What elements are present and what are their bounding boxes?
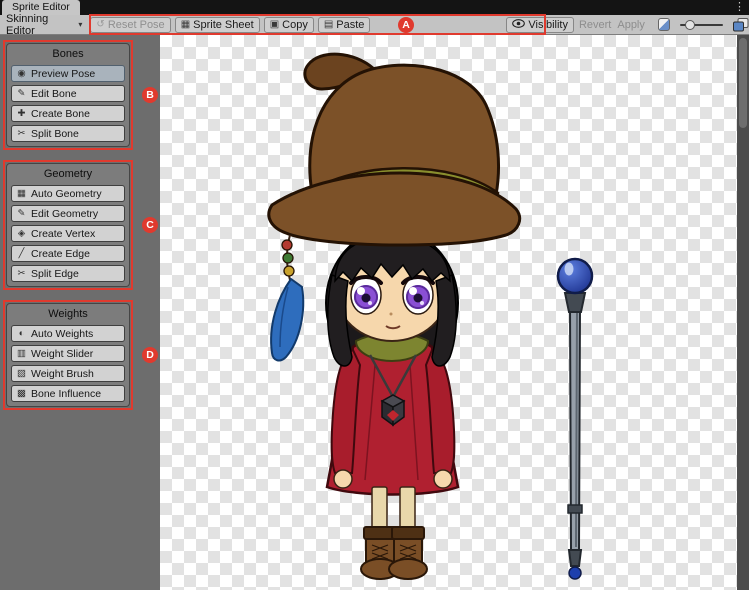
paste-button[interactable]: ▤ Paste [318,17,371,33]
create-bone-label: Create Bone [31,108,90,120]
copy-label: Copy [282,19,308,31]
split-bone-button[interactable]: ✂ Split Bone [11,125,125,142]
create-vertex-button[interactable]: ◈ Create Vertex [11,225,125,242]
staff-sprite[interactable] [558,259,592,579]
sprite-sheet-button[interactable]: ▦ Sprite Sheet [175,17,260,33]
edit-geometry-icon: ✎ [16,209,27,219]
split-edge-label: Split Edge [31,268,79,280]
copy-button[interactable]: ▣ Copy [264,17,314,33]
weight-slider-icon: ▥ [16,349,27,359]
window-title-bar: Sprite Editor ⋮ [0,0,749,15]
paste-icon: ▤ [324,20,333,30]
create-bone-button[interactable]: ✚ Create Bone [11,105,125,122]
scrollbar-thumb[interactable] [739,38,747,128]
skinning-editor-label: Skinning Editor [6,13,74,37]
character-sprite[interactable] [269,54,520,579]
auto-weights-icon: ◐ [16,329,27,339]
preview-pose-button[interactable]: ◉ Preview Pose [11,65,125,82]
edit-geometry-button[interactable]: ✎ Edit Geometry [11,205,125,222]
create-vertex-icon: ◈ [16,229,27,239]
auto-weights-button[interactable]: ◐ Auto Weights [11,325,125,342]
window-menu-icon[interactable]: ⋮ [734,0,745,15]
auto-weights-label: Auto Weights [31,328,93,340]
sprite-editor-window: Sprite Editor ⋮ Skinning Editor ▾ ↺ Rese… [0,0,749,590]
bones-panel-title: Bones [11,47,125,62]
bones-panel: Bones ◉ Preview Pose ✎ Edit Bone ✚ Creat… [6,43,130,147]
bone-influence-button[interactable]: ▩ Bone Influence [11,385,125,402]
geometry-panel-title: Geometry [11,167,125,182]
split-edge-icon: ✂ [16,269,27,279]
weight-brush-icon: ▧ [16,369,27,379]
sprite-canvas[interactable] [160,35,737,590]
weight-slider-button[interactable]: ▥ Weight Slider [11,345,125,362]
sprite-sheet-label: Sprite Sheet [193,19,254,31]
split-edge-button[interactable]: ✂ Split Edge [11,265,125,282]
chevron-down-icon: ▾ [78,20,82,29]
reset-pose-button[interactable]: ↺ Reset Pose [90,17,170,33]
copy-icon: ▣ [270,20,279,30]
weight-brush-label: Weight Brush [31,368,94,380]
edit-bone-button[interactable]: ✎ Edit Bone [11,85,125,102]
edit-bone-label: Edit Bone [31,88,77,100]
auto-geometry-button[interactable]: ▦ Auto Geometry [11,185,125,202]
create-edge-label: Create Edge [31,248,90,260]
apply-button[interactable]: Apply [617,19,645,31]
split-bone-icon: ✂ [16,129,27,139]
visibility-button[interactable]: Visibility [506,17,574,33]
reset-pose-icon: ↺ [96,20,104,30]
sprite-sheet-icon: ▦ [181,20,190,30]
vertical-scrollbar[interactable] [737,35,749,590]
slider-knob[interactable] [685,20,695,30]
annotation-a: A [398,17,414,33]
preview-pose-label: Preview Pose [31,68,95,80]
auto-geometry-icon: ▦ [16,189,27,199]
opacity-slider[interactable] [680,18,723,32]
weight-slider-label: Weight Slider [31,348,93,360]
bone-influence-icon: ▩ [16,389,27,399]
annotation-c: C [142,217,158,233]
toolbar: Skinning Editor ▾ ↺ Reset Pose ▦ Sprite … [0,15,749,35]
tool-sidebar: Bones ◉ Preview Pose ✎ Edit Bone ✚ Creat… [0,35,160,590]
skinning-editor-dropdown[interactable]: Skinning Editor ▾ [0,15,88,35]
create-vertex-label: Create Vertex [31,228,95,240]
revert-button[interactable]: Revert [579,19,611,31]
preview-pose-icon: ◉ [16,69,27,79]
weight-brush-button[interactable]: ▧ Weight Brush [11,365,125,382]
create-bone-icon: ✚ [16,109,27,119]
edit-geometry-label: Edit Geometry [31,208,98,220]
layers-icon[interactable] [733,18,749,32]
create-edge-button[interactable]: ╱ Create Edge [11,245,125,262]
geometry-panel: Geometry ▦ Auto Geometry ✎ Edit Geometry… [6,163,130,287]
annotation-d: D [142,347,158,363]
reset-pose-label: Reset Pose [108,19,165,31]
split-bone-label: Split Bone [31,128,79,140]
visibility-label: Visibility [528,19,568,31]
annotation-b: B [142,87,158,103]
create-edge-icon: ╱ [16,249,27,259]
weights-panel-title: Weights [11,307,125,322]
color-swatch-icon[interactable] [658,18,670,31]
paste-label: Paste [336,19,364,31]
eye-icon [512,19,525,31]
auto-geometry-label: Auto Geometry [31,188,102,200]
weights-panel: Weights ◐ Auto Weights ▥ Weight Slider ▧… [6,303,130,407]
bone-influence-label: Bone Influence [31,388,101,400]
edit-bone-icon: ✎ [16,89,27,99]
